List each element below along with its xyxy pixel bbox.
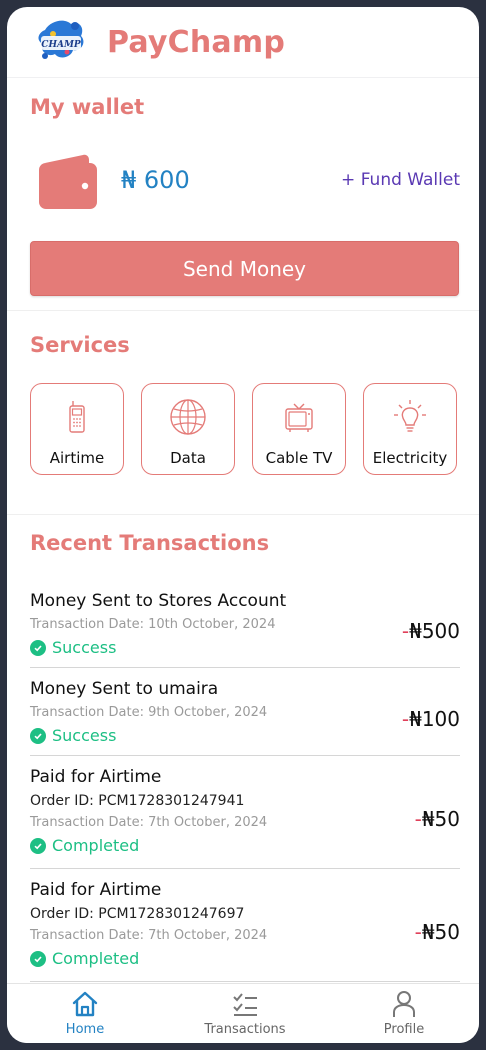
- service-cable-tv[interactable]: Cable TV: [252, 383, 346, 475]
- service-airtime[interactable]: Airtime: [30, 383, 124, 475]
- amount-value: ₦100: [409, 707, 460, 731]
- status-text: Completed: [52, 836, 140, 855]
- transaction-title: Paid for Airtime: [30, 880, 162, 900]
- transaction-title: Money Sent to Stores Account: [30, 591, 287, 611]
- nav-home[interactable]: Home: [25, 984, 145, 1043]
- app-header: CHAMP PayChamp: [7, 7, 479, 78]
- transaction-date: Transaction Date: 9th October, 2024: [30, 705, 268, 720]
- wallet-balance: ₦ 600: [121, 166, 190, 194]
- bulb-icon: [394, 400, 426, 432]
- app-title: PayChamp: [107, 24, 286, 60]
- transaction-title: Money Sent to umaira: [30, 679, 219, 699]
- divider: [7, 514, 479, 515]
- svg-text:CHAMP: CHAMP: [41, 40, 81, 50]
- check-circle-icon: [30, 950, 46, 967]
- transaction-order-id: Order ID: PCM1728301247697: [30, 906, 245, 922]
- transaction-row[interactable]: Paid for Airtime Order ID: PCM1728301247…: [30, 767, 460, 869]
- transaction-status: Success: [30, 638, 460, 657]
- minus-sign: -: [401, 619, 410, 643]
- service-label: Electricity: [372, 449, 448, 467]
- check-circle-icon: [30, 639, 46, 656]
- status-text: Success: [52, 638, 117, 657]
- transaction-status: Success: [30, 726, 460, 745]
- wallet-icon: [37, 151, 97, 211]
- transaction-date: Transaction Date: 7th October, 2024: [30, 815, 268, 830]
- transaction-amount: -₦500: [402, 619, 460, 643]
- minus-sign: -: [414, 920, 422, 944]
- app-logo: CHAMP: [31, 12, 91, 72]
- transaction-row[interactable]: Money Sent to umaira Transaction Date: 9…: [30, 679, 460, 756]
- tv-icon: [285, 403, 313, 432]
- checklist-icon: [233, 993, 257, 1016]
- transaction-date: Transaction Date: 7th October, 2024: [30, 928, 268, 943]
- status-text: Success: [52, 726, 117, 745]
- service-data[interactable]: Data: [141, 383, 235, 475]
- check-circle-icon: [30, 837, 46, 854]
- bottom-navigation: Home Transactions Profile: [7, 983, 479, 1043]
- amount-value: ₦50: [421, 807, 460, 831]
- transaction-amount: -₦50: [415, 807, 460, 831]
- nav-label: Transactions: [204, 1022, 286, 1037]
- amount-value: ₦500: [409, 619, 460, 643]
- transaction-row[interactable]: Paid for Airtime Order ID: PCM1728301247…: [30, 880, 460, 982]
- transaction-title: Paid for Airtime: [30, 767, 162, 787]
- minus-sign: -: [401, 707, 410, 731]
- nav-label: Profile: [383, 1022, 425, 1037]
- check-circle-icon: [30, 727, 46, 744]
- transaction-amount: -₦100: [402, 707, 460, 731]
- nav-label: Home: [65, 1022, 105, 1037]
- phone-icon: [69, 401, 85, 433]
- service-label: Data: [170, 449, 206, 467]
- phone-screen: CHAMP PayChamp My wallet ₦ 600 + Fund Wa…: [7, 7, 479, 1043]
- globe-icon: [170, 399, 206, 435]
- user-icon: [393, 991, 415, 1017]
- transaction-row[interactable]: Money Sent to Stores Account Transaction…: [30, 591, 460, 668]
- status-text: Completed: [52, 949, 140, 968]
- service-label: Cable TV: [265, 449, 333, 467]
- wallet-title: My wallet: [30, 95, 145, 119]
- fund-wallet-link[interactable]: + Fund Wallet: [341, 170, 460, 190]
- transaction-status: Completed: [30, 836, 460, 855]
- nav-transactions[interactable]: Transactions: [185, 984, 305, 1043]
- amount-value: ₦50: [421, 920, 460, 944]
- transaction-status: Completed: [30, 949, 460, 968]
- home-icon: [72, 991, 98, 1017]
- service-electricity[interactable]: Electricity: [363, 383, 457, 475]
- service-label: Airtime: [49, 449, 105, 467]
- minus-sign: -: [414, 807, 422, 831]
- recent-transactions-title: Recent Transactions: [30, 531, 270, 555]
- transaction-amount: -₦50: [415, 920, 460, 944]
- transaction-date: Transaction Date: 10th October, 2024: [30, 617, 276, 632]
- transaction-order-id: Order ID: PCM1728301247941: [30, 793, 245, 809]
- services-title: Services: [30, 333, 130, 357]
- nav-profile[interactable]: Profile: [344, 984, 464, 1043]
- send-money-button[interactable]: Send Money: [30, 241, 459, 296]
- divider: [7, 310, 479, 311]
